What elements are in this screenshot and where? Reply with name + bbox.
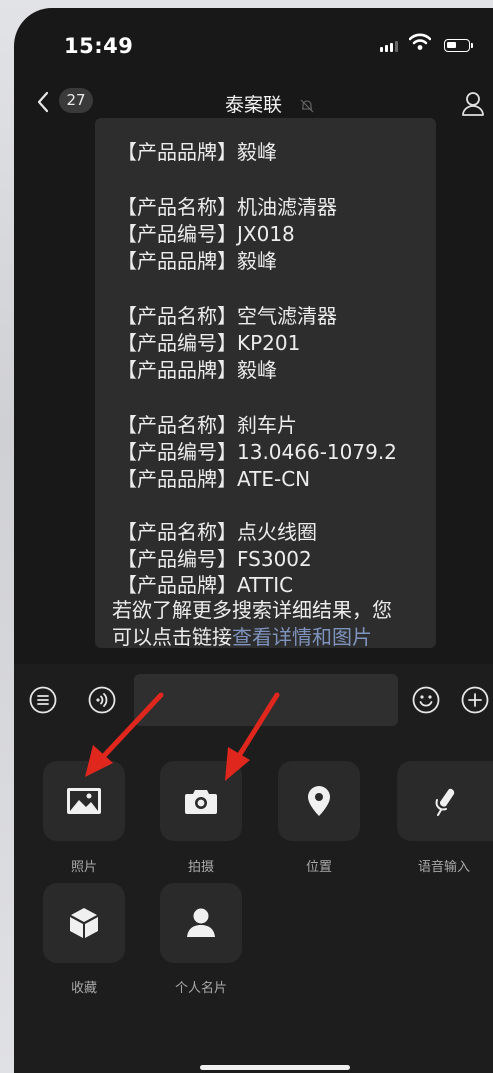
favorites-button[interactable] — [43, 883, 125, 963]
menu-list-icon[interactable] — [29, 686, 57, 714]
favorites-cube-icon — [70, 908, 98, 938]
message-line: 【产品编号】FS3002 — [117, 547, 312, 571]
cellular-signal-icon — [380, 41, 398, 52]
person-profile-icon[interactable] — [461, 91, 485, 117]
battery-icon — [444, 39, 473, 52]
location-label: 位置 — [305, 860, 332, 875]
message-line: 【产品名称】刹车片 — [117, 413, 297, 437]
photo-label: 照片 — [70, 860, 97, 875]
phone-screen: 15:49 27 泰案联 【产品品牌】毅峰 【产品名称】机油滤清器 【产品编号】… — [14, 8, 493, 1073]
chat-title: 泰案联 — [224, 94, 282, 116]
annotation-arrow-icon — [85, 692, 164, 777]
status-bar: 15:49 — [14, 8, 493, 78]
message-line: 【产品品牌】毅峰 — [117, 358, 277, 382]
camera-label: 拍摄 — [187, 860, 214, 875]
emoji-icon[interactable] — [412, 686, 440, 714]
message-line: 【产品名称】机油滤清器 — [117, 195, 337, 219]
message-line: 【产品编号】13.0466-1079.2 — [117, 440, 397, 464]
message-line-text: 可以点击链接 — [112, 625, 232, 648]
annotation-arrow-icon — [225, 692, 280, 781]
wifi-icon — [409, 33, 431, 50]
home-indicator[interactable] — [200, 1065, 350, 1070]
contact-card-button[interactable] — [160, 883, 242, 963]
voice-to-text-button[interactable] — [397, 761, 493, 841]
microphone-icon — [435, 788, 455, 816]
message-line: 【产品编号】KP201 — [117, 331, 301, 355]
camera-icon — [185, 790, 217, 814]
status-time: 15:49 — [64, 34, 134, 58]
voice-to-text-label: 语音输入 — [417, 860, 470, 875]
message-line: 【产品名称】空气滤清器 — [117, 304, 337, 328]
message-line: 【产品编号】JX018 — [117, 222, 295, 246]
screenshot-backdrop: 15:49 27 泰案联 【产品品牌】毅峰 【产品名称】机油滤清器 【产品编号】… — [0, 0, 493, 1073]
photo-icon — [67, 788, 101, 814]
message-line: 【产品品牌】毅峰 — [117, 140, 277, 164]
message-line: 【产品品牌】ATE-CN — [117, 467, 311, 491]
input-panel: 照片 拍摄 位置 语音输入 收藏 个人名片 — [14, 664, 493, 1073]
contact-card-icon — [187, 908, 215, 937]
message-line: 【产品品牌】毅峰 — [117, 249, 277, 273]
details-link[interactable]: 查看详情和图片 — [232, 625, 372, 648]
message-line: 可以点击链接查看详情和图片 — [112, 621, 372, 648]
contact-card-label: 个人名片 — [174, 981, 227, 996]
mute-bell-icon — [300, 99, 314, 113]
message-line: 【产品名称】点火线圈 — [117, 520, 317, 544]
plus-icon[interactable] — [461, 686, 489, 714]
location-icon — [308, 786, 330, 816]
favorites-label: 收藏 — [70, 981, 97, 996]
message-bubble[interactable]: 【产品品牌】毅峰 【产品名称】机油滤清器 【产品编号】JX018 【产品品牌】毅… — [95, 118, 436, 648]
message-line: 若欲了解更多搜索详细结果，您 — [112, 598, 392, 622]
